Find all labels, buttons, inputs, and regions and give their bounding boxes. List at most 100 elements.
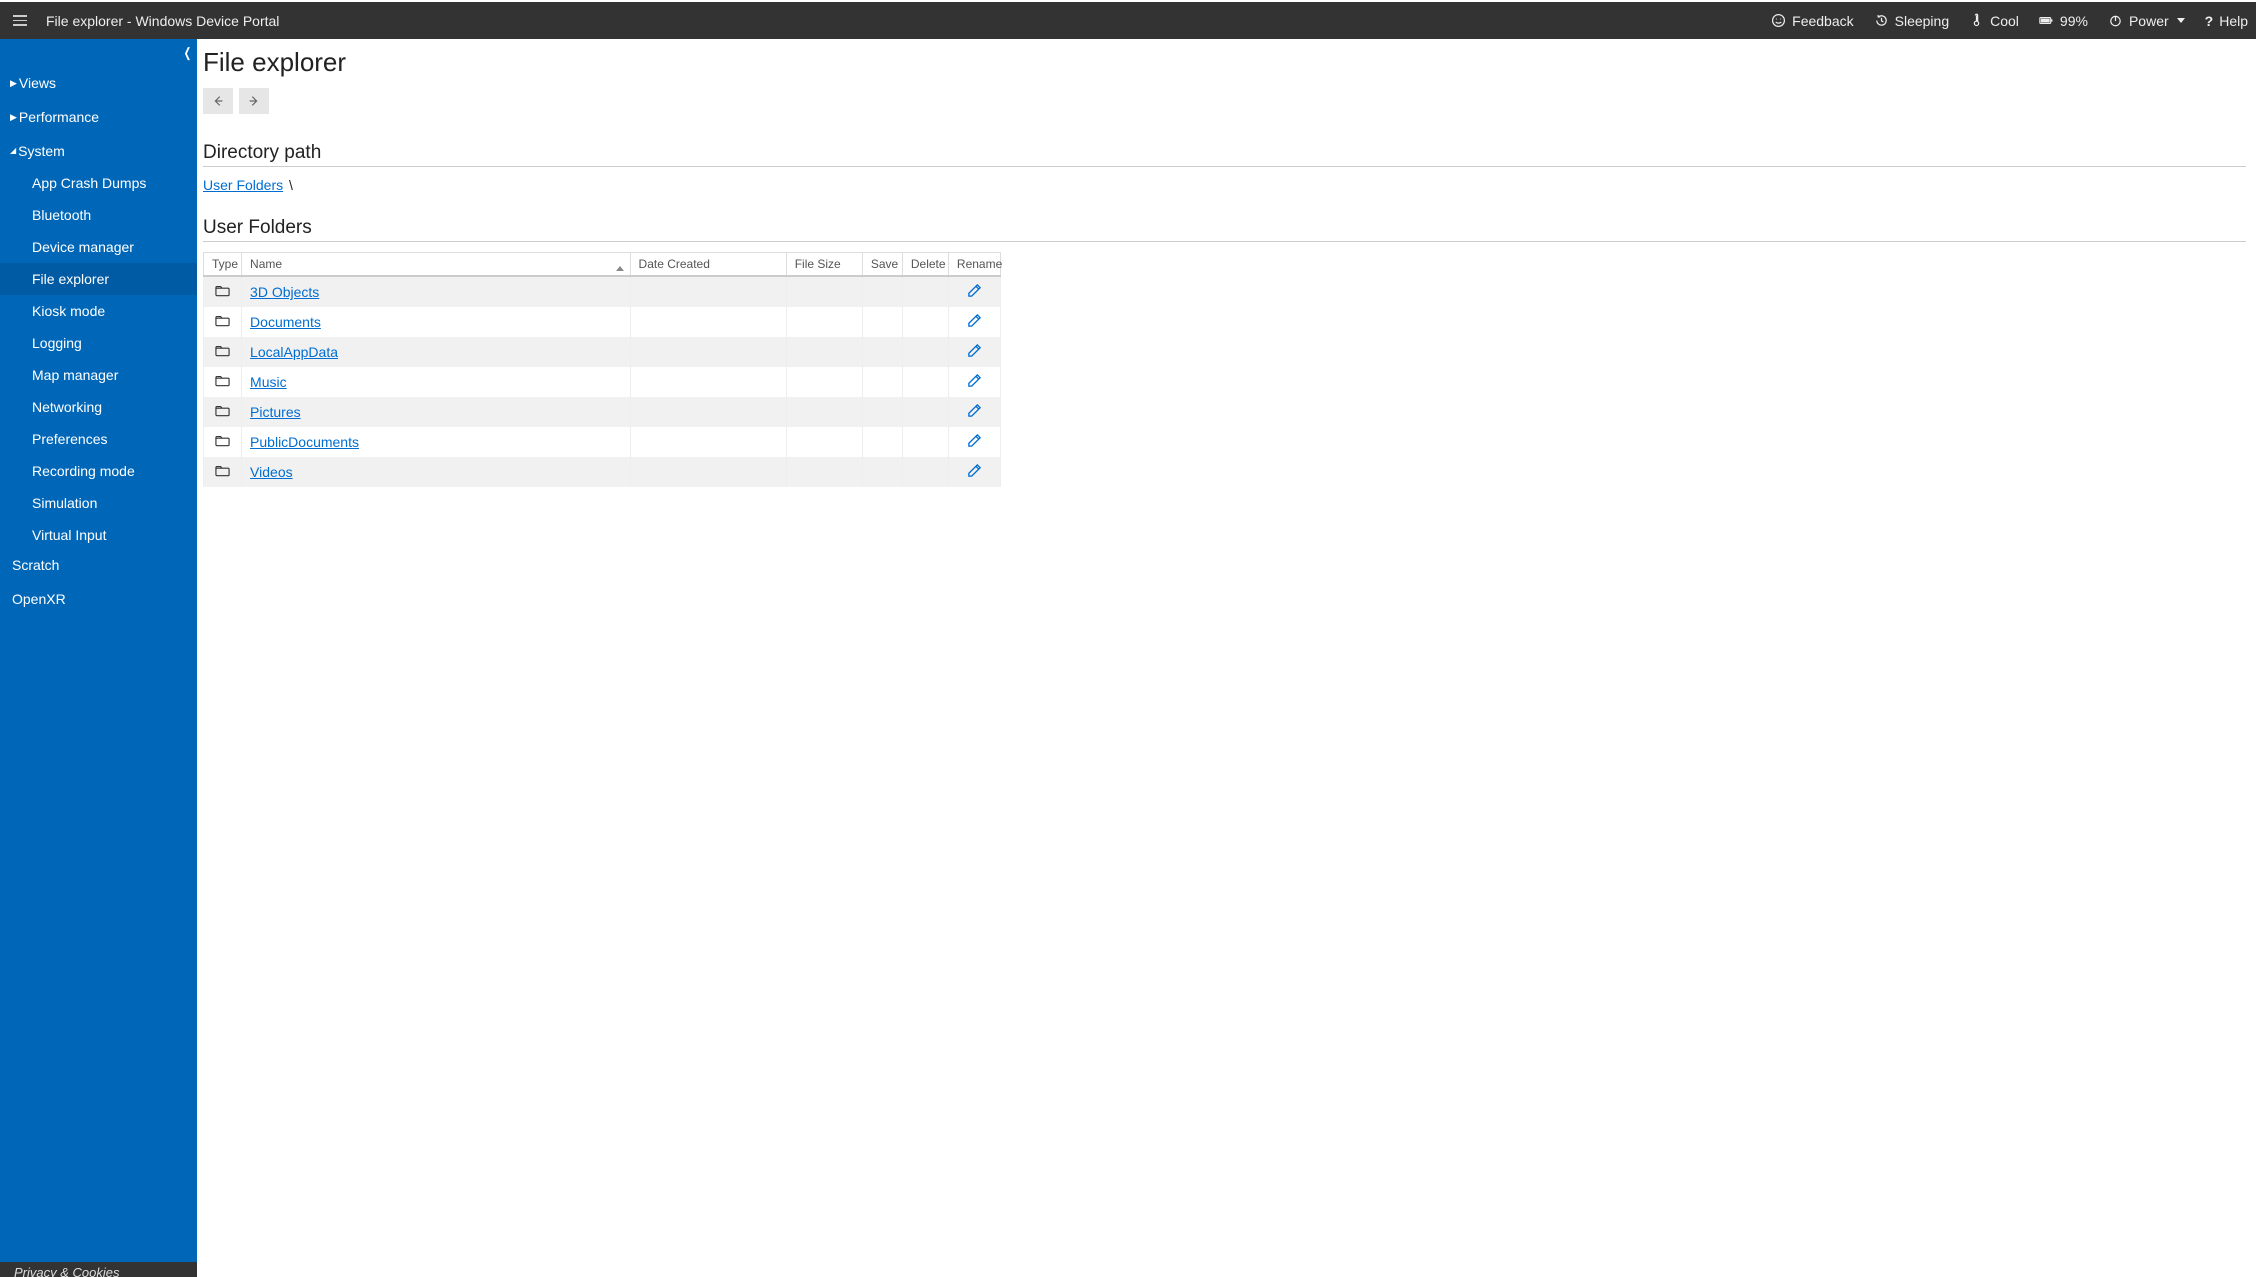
file-table: Type Name Date Created File Size Save De…	[203, 252, 1001, 487]
col-delete[interactable]: Delete	[902, 253, 948, 277]
table-row: Pictures	[204, 397, 1001, 427]
folder-name-cell: Documents	[242, 307, 630, 337]
topbar: File explorer - Windows Device Portal Fe…	[0, 2, 2256, 39]
sidebar-item-networking[interactable]: Networking	[0, 391, 197, 423]
rename-button[interactable]	[967, 435, 982, 451]
sidebar-item-label: Map manager	[32, 367, 118, 383]
sidebar-group-openxr[interactable]: OpenXR	[0, 585, 197, 613]
sidebar-item-bluetooth[interactable]: Bluetooth	[0, 199, 197, 231]
col-rename[interactable]: Rename	[948, 253, 1000, 277]
user-folders-heading: User Folders	[203, 217, 2246, 242]
rename-button[interactable]	[967, 345, 982, 361]
delete-cell	[902, 397, 948, 427]
pencil-icon	[967, 375, 982, 391]
delete-cell	[902, 457, 948, 487]
rename-button[interactable]	[967, 465, 982, 481]
save-cell	[862, 367, 902, 397]
directory-path-heading: Directory path	[203, 142, 2246, 167]
rename-cell	[948, 337, 1000, 367]
sidebar-item-kiosk-mode[interactable]: Kiosk mode	[0, 295, 197, 327]
power-label: Power	[2129, 13, 2169, 29]
back-button[interactable]	[203, 88, 233, 114]
sidebar-item-logging[interactable]: Logging	[0, 327, 197, 359]
table-row: 3D Objects	[204, 276, 1001, 307]
sidebar-item-virtual-input[interactable]: Virtual Input	[0, 519, 197, 551]
delete-cell	[902, 307, 948, 337]
sidebar-nav: ▶Views▶Performance◢SystemApp Crash Dumps…	[0, 39, 197, 619]
sidebar-item-preferences[interactable]: Preferences	[0, 423, 197, 455]
sidebar-item-recording-mode[interactable]: Recording mode	[0, 455, 197, 487]
sidebar-group-views[interactable]: ▶Views	[0, 69, 197, 97]
folder-link[interactable]: 3D Objects	[250, 284, 319, 300]
delete-cell	[902, 427, 948, 457]
forward-button[interactable]	[239, 88, 269, 114]
size-cell	[786, 397, 862, 427]
sidebar-group-label: OpenXR	[12, 591, 66, 607]
size-cell	[786, 276, 862, 307]
save-cell	[862, 337, 902, 367]
folder-link[interactable]: Pictures	[250, 404, 301, 420]
rename-button[interactable]	[967, 405, 982, 421]
feedback-label: Feedback	[1792, 13, 1853, 29]
battery-status[interactable]: 99%	[2039, 13, 2088, 29]
col-date[interactable]: Date Created	[630, 253, 786, 277]
sidebar-item-label: Simulation	[32, 495, 97, 511]
app-title: File explorer - Windows Device Portal	[46, 13, 279, 29]
sidebar-group-performance[interactable]: ▶Performance	[0, 103, 197, 131]
pencil-icon	[967, 465, 982, 481]
sidebar-item-label: File explorer	[32, 271, 109, 287]
folder-name-cell: LocalAppData	[242, 337, 630, 367]
sidebar-item-simulation[interactable]: Simulation	[0, 487, 197, 519]
collapse-sidebar-icon[interactable]: ❮	[184, 45, 192, 61]
sidebar-item-label: Recording mode	[32, 463, 135, 479]
folder-icon	[215, 404, 230, 420]
sidebar-item-file-explorer[interactable]: File explorer	[0, 263, 197, 295]
temperature-status[interactable]: Cool	[1969, 13, 2019, 29]
breadcrumb-root-link[interactable]: User Folders	[203, 177, 283, 193]
hamburger-menu-icon[interactable]	[10, 11, 30, 31]
sidebar-item-label: App Crash Dumps	[32, 175, 146, 191]
sidebar: ❮ ▶Views▶Performance◢SystemApp Crash Dum…	[0, 39, 197, 1277]
sidebar-item-app-crash-dumps[interactable]: App Crash Dumps	[0, 167, 197, 199]
table-row: PublicDocuments	[204, 427, 1001, 457]
folder-link[interactable]: LocalAppData	[250, 344, 338, 360]
folder-icon	[215, 314, 230, 330]
folder-link[interactable]: Music	[250, 374, 287, 390]
feedback-button[interactable]: Feedback	[1771, 13, 1853, 29]
sleeping-button[interactable]: Sleeping	[1874, 13, 1950, 29]
size-cell	[786, 367, 862, 397]
folder-link[interactable]: Documents	[250, 314, 321, 330]
power-menu[interactable]: Power	[2108, 13, 2185, 29]
col-type[interactable]: Type	[204, 253, 242, 277]
sidebar-group-scratch[interactable]: Scratch	[0, 551, 197, 579]
temperature-label: Cool	[1990, 13, 2019, 29]
save-cell	[862, 457, 902, 487]
sidebar-group-system[interactable]: ◢System	[0, 137, 197, 165]
folder-type-icon	[204, 457, 242, 487]
col-name[interactable]: Name	[242, 253, 630, 277]
caret-right-icon: ▶	[10, 112, 17, 123]
size-cell	[786, 307, 862, 337]
help-button[interactable]: ? Help	[2205, 13, 2248, 29]
sidebar-group-label: System	[18, 143, 65, 159]
pencil-icon	[967, 435, 982, 451]
sidebar-item-map-manager[interactable]: Map manager	[0, 359, 197, 391]
privacy-cookies-link[interactable]: Privacy & Cookies	[0, 1262, 197, 1277]
rename-button[interactable]	[967, 285, 982, 301]
sidebar-group-label: Performance	[19, 109, 99, 125]
folder-link[interactable]: Videos	[250, 464, 293, 480]
breadcrumb-separator: \	[289, 177, 293, 193]
col-size[interactable]: File Size	[786, 253, 862, 277]
save-cell	[862, 276, 902, 307]
sidebar-item-device-manager[interactable]: Device manager	[0, 231, 197, 263]
folder-icon	[215, 464, 230, 480]
table-row: Videos	[204, 457, 1001, 487]
rename-button[interactable]	[967, 315, 982, 331]
rename-cell	[948, 457, 1000, 487]
content: File explorer Directory path User Folder…	[197, 39, 2256, 1277]
col-save[interactable]: Save	[862, 253, 902, 277]
sidebar-group-label: Views	[19, 75, 56, 91]
rename-button[interactable]	[967, 375, 982, 391]
folder-type-icon	[204, 367, 242, 397]
folder-link[interactable]: PublicDocuments	[250, 434, 359, 450]
